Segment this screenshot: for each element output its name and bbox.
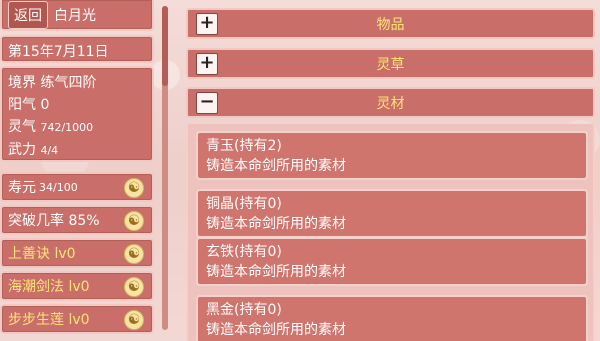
lifespan-label: 寿元 bbox=[8, 180, 36, 196]
yin-yang-icon: ☯ bbox=[124, 211, 144, 231]
breakthrough-label: 突破几率 85% bbox=[8, 213, 100, 229]
yin-yang-icon: ☯ bbox=[124, 310, 144, 330]
character-name: 白月光 bbox=[54, 7, 96, 24]
realm-stat: 境界 练气四阶 bbox=[8, 75, 97, 91]
category-label: 物品 bbox=[376, 16, 405, 33]
stats-box: 境界 练气四阶 阳气 0 灵气 742/1000 武力 4/4 bbox=[0, 66, 154, 162]
lifespan-slot[interactable]: 寿元 34/100 ☯ bbox=[0, 172, 154, 202]
item-desc: 铸造本命剑所用的素材 bbox=[206, 216, 346, 232]
list-item[interactable]: 黑金(持有0) 铸造本命剑所用的素材 bbox=[196, 295, 588, 341]
wuli-label: 武力 bbox=[8, 142, 36, 158]
item-name: 铜晶(持有0) bbox=[206, 196, 282, 212]
back-button[interactable]: 返回 bbox=[8, 0, 48, 29]
wuli-value: 4/4 bbox=[40, 144, 59, 157]
character-panel: 返回 白月光 第15年7月11日 境界 练气四阶 阳气 0 灵气 742/100… bbox=[0, 0, 155, 341]
list-item[interactable]: 玄铁(持有0) 铸造本命剑所用的素材 bbox=[196, 237, 588, 286]
item-desc: 铸造本命剑所用的素材 bbox=[206, 158, 346, 174]
skill-label: 上善诀 lv0 bbox=[8, 246, 76, 262]
expand-plus-icon[interactable]: + bbox=[196, 12, 218, 35]
skill-slot-bubu[interactable]: 步步生莲 lv0 ☯ bbox=[0, 304, 154, 334]
skill-slot-haichao[interactable]: 海潮剑法 lv0 ☯ bbox=[0, 271, 154, 301]
ling-stat: 灵气 742/1000 bbox=[8, 116, 146, 139]
item-desc: 铸造本命剑所用的素材 bbox=[206, 264, 346, 280]
expand-plus-icon[interactable]: + bbox=[196, 52, 218, 75]
category-materials[interactable]: − 灵材 bbox=[186, 87, 595, 118]
category-herbs[interactable]: + 灵草 bbox=[186, 48, 595, 79]
lifespan-value: 34/100 bbox=[39, 180, 78, 194]
date-display: 第15年7月11日 bbox=[0, 35, 154, 63]
ling-label: 灵气 bbox=[8, 119, 36, 135]
yin-yang-icon: ☯ bbox=[124, 178, 144, 198]
yang-stat: 阳气 0 bbox=[8, 94, 146, 116]
skill-label: 海潮剑法 lv0 bbox=[8, 279, 90, 295]
list-item[interactable]: 铜晶(持有0) 铸造本命剑所用的素材 bbox=[196, 189, 588, 238]
category-label: 灵材 bbox=[376, 95, 405, 112]
yang-value: 0 bbox=[40, 97, 50, 113]
header-bar: 返回 白月光 bbox=[0, 0, 154, 31]
item-name: 玄铁(持有0) bbox=[206, 244, 282, 260]
collapse-minus-icon[interactable]: − bbox=[196, 91, 218, 114]
category-items[interactable]: + 物品 bbox=[186, 8, 595, 39]
yin-yang-icon: ☯ bbox=[124, 244, 144, 264]
skill-label: 步步生莲 lv0 bbox=[8, 312, 90, 328]
wuli-stat: 武力 4/4 bbox=[8, 139, 146, 162]
item-desc: 铸造本命剑所用的素材 bbox=[206, 322, 346, 338]
ling-value: 742/1000 bbox=[40, 121, 94, 134]
list-item[interactable]: 青玉(持有2) 铸造本命剑所用的素材 bbox=[196, 131, 588, 180]
scrollbar-thumb[interactable] bbox=[162, 6, 168, 86]
yang-label: 阳气 bbox=[8, 97, 36, 113]
item-name: 青玉(持有2) bbox=[206, 138, 282, 154]
breakthrough-slot[interactable]: 突破几率 85% ☯ bbox=[0, 205, 154, 235]
item-name: 黑金(持有0) bbox=[206, 302, 282, 318]
skill-slot-shangshan[interactable]: 上善诀 lv0 ☯ bbox=[0, 238, 154, 268]
category-label: 灵草 bbox=[376, 56, 405, 73]
yin-yang-icon: ☯ bbox=[124, 277, 144, 297]
